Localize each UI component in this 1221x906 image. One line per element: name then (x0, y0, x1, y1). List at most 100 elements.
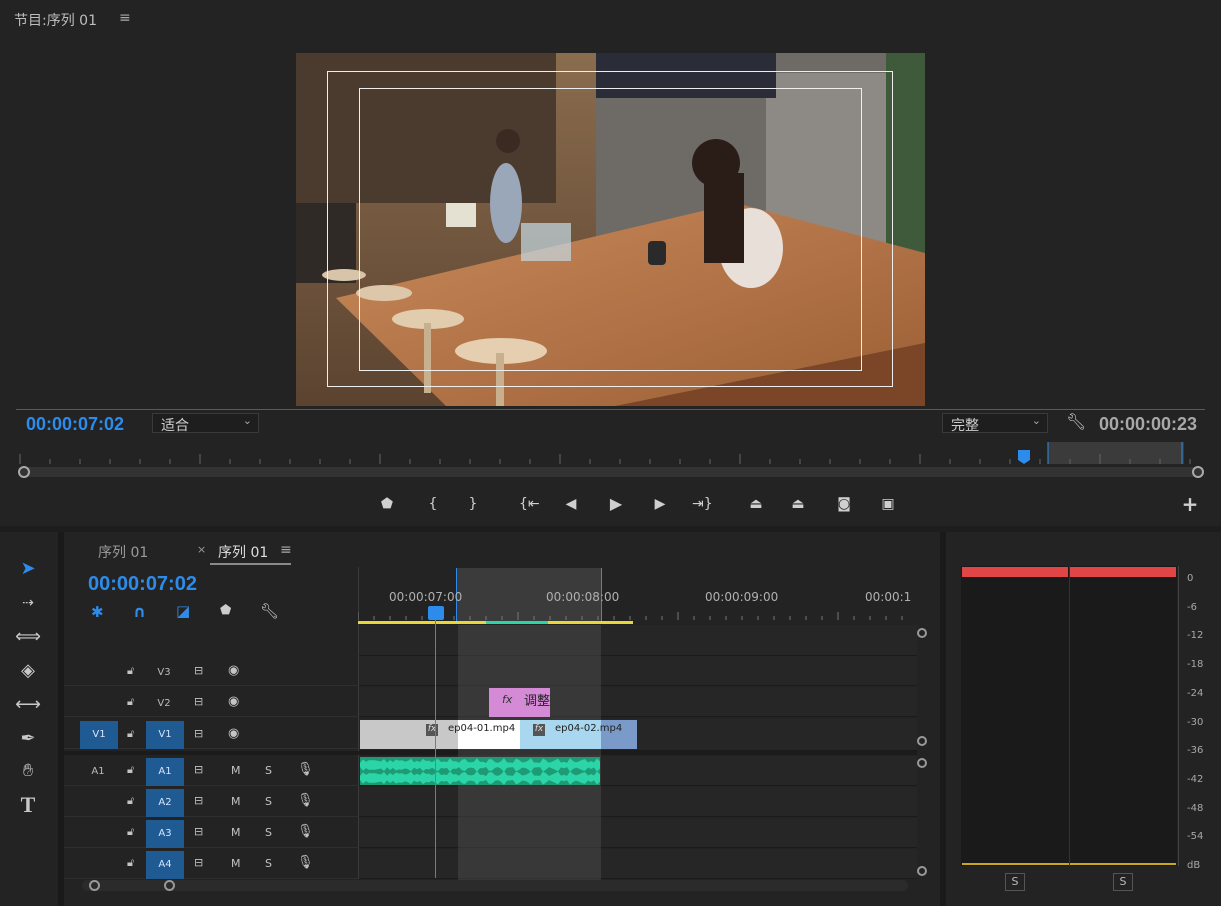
solo-right-button[interactable]: S (1113, 873, 1133, 891)
solo-button[interactable]: S (265, 857, 272, 870)
step-back-button[interactable]: ◀︎ (561, 494, 581, 514)
lock-icon[interactable]: 🔓︎ (127, 695, 134, 709)
audio-clip-a1[interactable] (360, 757, 600, 785)
solo-left-button[interactable]: S (1005, 873, 1025, 891)
peak-indicator-left[interactable] (962, 567, 1068, 577)
sync-lock-icon[interactable]: ⊟ (194, 794, 203, 807)
lock-icon[interactable]: 🔓︎ (127, 856, 134, 870)
microphone-icon[interactable]: 🎙︎ (297, 762, 314, 777)
playback-resolution-select[interactable]: 完整 ⌄ (942, 413, 1048, 434)
pen-tool-icon[interactable]: ✒︎ (14, 726, 42, 752)
tab-sequence-01-inactive[interactable]: 序列 01 (98, 542, 148, 562)
lock-icon[interactable]: 🔓︎ (127, 727, 134, 741)
vertical-scroll-handle[interactable] (917, 736, 927, 746)
microphone-icon[interactable]: 🎙︎ (297, 824, 314, 839)
sync-lock-icon[interactable]: ⊟ (194, 727, 203, 740)
slip-tool-icon[interactable]: ⟷ (14, 692, 42, 718)
program-monitor-title[interactable]: 节目:序列 01 (14, 10, 97, 30)
video-clip-ep04-01[interactable]: fx ep04-01.mp4 (360, 720, 520, 749)
mute-button[interactable]: M (231, 857, 241, 870)
track-lane-v2[interactable] (359, 687, 917, 717)
step-forward-button[interactable]: ▶︎ (650, 494, 670, 514)
type-tool-icon[interactable]: T (14, 792, 42, 818)
lock-icon[interactable]: 🔓︎ (127, 794, 134, 808)
program-timecode[interactable]: 00:00:07:02 (26, 414, 124, 435)
mute-button[interactable]: M (231, 826, 241, 839)
microphone-icon[interactable]: 🎙︎ (297, 855, 314, 870)
track-label-v2[interactable]: V2 (150, 698, 178, 709)
timeline-menu-icon[interactable]: ≡ (280, 542, 292, 558)
track-target-a4[interactable]: A4 (146, 851, 184, 879)
add-marker-button[interactable]: ⬟ (377, 494, 397, 514)
track-lane-a4[interactable] (359, 849, 917, 879)
timeline-settings-wrench-icon[interactable]: 🔧︎ (260, 602, 279, 620)
lock-icon[interactable]: 🔓︎ (127, 825, 134, 839)
adjustment-layer-clip[interactable]: fx 调整 (489, 688, 550, 717)
microphone-icon[interactable]: 🎙︎ (297, 793, 314, 808)
track-target-a2[interactable]: A2 (146, 789, 184, 817)
vertical-scroll-handle[interactable] (917, 758, 927, 768)
zoom-level-select[interactable]: 适合 ⌄ (152, 413, 259, 434)
sync-lock-icon[interactable]: ⊟ (194, 763, 203, 776)
peak-indicator-right[interactable] (1070, 567, 1176, 577)
nest-sequence-icon[interactable]: ✱ (91, 603, 104, 621)
video-clip-ep04-02[interactable]: fx ep04-02.mp4 (520, 720, 637, 749)
playhead-icon[interactable] (1018, 450, 1030, 464)
selection-tool-icon[interactable]: ➤ (14, 556, 42, 582)
playhead-line[interactable] (435, 606, 436, 878)
razor-tool-icon[interactable]: ◈ (14, 658, 42, 684)
horizontal-zoom-scrollbar[interactable] (82, 880, 908, 891)
track-target-a3[interactable]: A3 (146, 820, 184, 848)
add-marker-icon[interactable]: ⬟ (220, 603, 231, 618)
solo-button[interactable]: S (265, 795, 272, 808)
timeline-playhead-icon[interactable] (428, 606, 444, 620)
play-button[interactable]: ▶︎ (606, 494, 626, 514)
track-lane-v3[interactable] (359, 656, 917, 686)
mute-button[interactable]: M (231, 764, 241, 777)
program-video-frame[interactable] (296, 53, 925, 406)
sync-lock-icon[interactable]: ⊟ (194, 664, 203, 677)
lock-icon[interactable]: 🔓︎ (127, 664, 134, 678)
track-select-tool-icon[interactable]: ⇢ (14, 590, 42, 616)
source-patch-a1[interactable]: A1 (84, 766, 112, 777)
settings-wrench-icon[interactable]: 🔧︎ (1066, 412, 1086, 432)
snap-magnet-icon[interactable]: ∩ (133, 602, 146, 621)
source-patch-v1[interactable]: V1 (80, 721, 118, 749)
comparison-view-button[interactable]: ▣ (878, 494, 898, 514)
track-lane-a3[interactable] (359, 818, 917, 848)
tab-close-icon[interactable]: × (197, 543, 206, 556)
vertical-scroll-handle[interactable] (917, 628, 927, 638)
eye-icon[interactable]: ◉ (228, 726, 239, 741)
tab-sequence-01-active[interactable]: 序列 01 (218, 542, 268, 562)
go-to-out-button[interactable]: ⇥} (692, 494, 713, 514)
sync-lock-icon[interactable]: ⊟ (194, 856, 203, 869)
scroll-handle-left[interactable] (89, 880, 100, 891)
linked-selection-icon[interactable]: ◪ (176, 602, 190, 620)
vertical-scroll-handle[interactable] (917, 866, 927, 876)
track-target-v1[interactable]: V1 (146, 721, 184, 749)
sync-lock-icon[interactable]: ⊟ (194, 825, 203, 838)
eye-icon[interactable]: ◉ (228, 694, 239, 709)
eye-icon[interactable]: ◉ (228, 663, 239, 678)
lift-button[interactable]: ⏏︎ (746, 494, 766, 514)
extract-button[interactable]: ⏏︎ (788, 494, 808, 514)
export-frame-button[interactable]: ◙ (834, 494, 854, 514)
lock-icon[interactable]: 🔓︎ (127, 763, 134, 777)
solo-button[interactable]: S (265, 826, 272, 839)
scroll-handle-right[interactable] (164, 880, 175, 891)
mute-button[interactable]: M (231, 795, 241, 808)
go-to-in-button[interactable]: {⇤ (519, 494, 540, 514)
timeline-timecode[interactable]: 00:00:07:02 (88, 573, 197, 596)
program-time-ruler[interactable] (16, 440, 1206, 480)
ripple-edit-tool-icon[interactable]: ⟺ (14, 624, 42, 650)
track-label-v3[interactable]: V3 (150, 667, 178, 678)
mark-out-button[interactable]: } (463, 494, 483, 514)
track-lane-a2[interactable] (359, 787, 917, 817)
panel-menu-icon[interactable]: ≡ (119, 10, 131, 26)
button-editor-add-button[interactable]: + (1180, 494, 1200, 514)
zoom-scrollbar[interactable] (18, 467, 1204, 477)
hand-tool-icon[interactable]: ✋︎ (14, 758, 42, 784)
track-target-a1[interactable]: A1 (146, 758, 184, 786)
sync-lock-icon[interactable]: ⊟ (194, 695, 203, 708)
solo-button[interactable]: S (265, 764, 272, 777)
